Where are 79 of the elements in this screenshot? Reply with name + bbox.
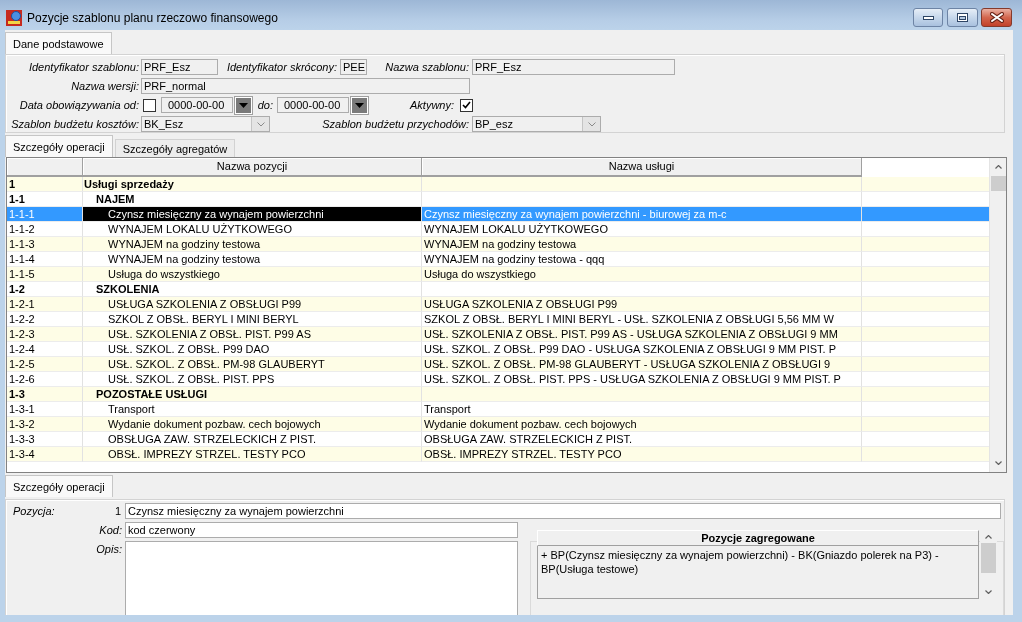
chevron-down-icon — [994, 461, 1002, 465]
minimize-icon — [922, 15, 934, 20]
table-row[interactable]: 1-3-3 OBSŁUGA ZAW. STRZELECKICH Z PIST. OBSŁUGA ZAW. STRZELECKICH Z PIST. — [7, 432, 989, 447]
scrollbar-thumb[interactable] — [990, 176, 1006, 191]
column-header[interactable]: Nazwa pozycji — [83, 158, 422, 177]
table-row[interactable]: 1-2-2 SZKOL Z OBSŁ. BERYL I MINI BERYL SZKOL Z OBSŁ. BERYL I MINI BERYL - USŁ. SZKOLENIA Z OBSŁUGI 5,56 MM W — [7, 312, 989, 327]
window-title: Pozycje szablonu planu rzeczowo finansowego — [27, 11, 278, 26]
checkbox[interactable] — [143, 98, 156, 112]
field-label: Opis: — [96, 542, 122, 556]
dropdown-button[interactable] — [582, 117, 600, 131]
column-header[interactable]: Nazwa usługi — [422, 158, 862, 177]
table-row[interactable]: 1-3-4 OBSŁ. IMPREZY STRZEL. TESTY PCO OBSŁ. IMPREZY STRZEL. TESTY PCO — [7, 447, 989, 462]
text-field[interactable]: PRF_normal — [141, 78, 470, 94]
date-dropdown-button[interactable] — [351, 96, 368, 114]
app-icon — [6, 10, 22, 26]
combo-box[interactable]: BK_Esz — [141, 116, 270, 132]
field-label: Identyfikator szablonu: — [28, 60, 139, 74]
table-row[interactable]: 1-3 POZOSTAŁE USŁUGI — [7, 387, 989, 402]
date-field[interactable]: 0000-00-00 — [161, 97, 233, 113]
table-row[interactable]: 1-2 SZKOLENIA — [7, 282, 989, 297]
chevron-down-icon — [985, 590, 992, 594]
table-row[interactable]: 1-1-4 WYNAJEM na godziny testowa WYNAJEM na godziny testowa - qqq — [7, 252, 989, 267]
chevron-up-icon — [994, 165, 1002, 169]
caret-down-icon — [239, 102, 248, 108]
table-row[interactable]: 1-1-3 WYNAJEM na godziny testowa WYNAJEM na godziny testowa — [7, 237, 989, 252]
date-field[interactable]: 0000-00-00 — [277, 97, 349, 113]
scrollbar[interactable] — [989, 158, 1006, 472]
field-label: Nazwa wersji: — [71, 79, 139, 93]
field-label: Aktywny: — [410, 98, 454, 112]
table-row[interactable]: 1-3-1 Transport Transport — [7, 402, 989, 417]
table-row[interactable]: 1-2-4 USŁ. SZKOL. Z OBSŁ. P99 DAO USŁ. SZKOL. Z OBSŁ. P99 DAO - USŁUGA SZKOLENIA Z OBSŁUGI 9 MM PIST. P — [7, 342, 989, 357]
text-field[interactable]: PRF_Esz — [141, 59, 218, 75]
field-label: Identyfikator skrócony: — [226, 60, 337, 74]
field-label: Szablon budżetu przychodów: — [322, 117, 469, 131]
table-row[interactable]: 1-2-1 USŁUGA SZKOLENIA Z OBSŁUGI P99 USŁUGA SZKOLENIA Z OBSŁUGI P99 — [7, 297, 989, 312]
table-row[interactable]: 1-3-2 Wydanie dokument pozbaw. cech bojowych Wydanie dokument pozbaw. cech bojowych — [7, 417, 989, 432]
field-label: Nazwa szablonu: — [385, 60, 469, 74]
chevron-down-icon — [587, 121, 596, 127]
date-dropdown-button[interactable] — [235, 96, 252, 114]
tab[interactable]: Szczegóły operacji — [5, 475, 113, 497]
checkbox[interactable] — [460, 98, 473, 112]
field-label: Data obowiązywania od: — [19, 98, 139, 112]
table-row[interactable]: 1-2-3 USŁ. SZKOLENIA Z OBSŁ. PIST. P99 AS USŁ. SZKOLENIA Z OBSŁ. PIST. P99 AS - USŁUGA SZKOLENIA Z OBSŁUGI 9 MM — [7, 327, 989, 342]
tab[interactable]: Szczegóły agregatów — [114, 139, 236, 157]
table-cell: 1-3-4 — [7, 447, 83, 462]
table-row[interactable]: 1-1-5 Usługa do wszystkiego Usługa do wszystkiego — [7, 267, 989, 282]
text-field[interactable]: Czynsz miesięczny za wynajem powierzchni — [125, 503, 1001, 519]
maximize-icon — [957, 13, 968, 22]
table-cell: OBSŁ. IMPREZY STRZEL. TESTY PCO — [83, 447, 422, 462]
table-row[interactable]: 1-1-2 WYNAJEM LOKALU UŻYTKOWEGO WYNAJEM LOKALU UŻYTKOWEGO — [7, 222, 989, 237]
tab[interactable]: Dane podstawowe — [5, 32, 112, 54]
text-field[interactable]: PRF_Esz — [472, 59, 675, 75]
close-icon — [989, 12, 1004, 23]
table-cell: + BP(Czynsz miesięczny za wynajem powierzchni) - BK(Gniazdo polerek na P3) - BP(Usługa testowe) — [537, 546, 979, 599]
field-label: Pozycja: — [13, 504, 55, 518]
column-header[interactable] — [7, 158, 83, 177]
column-header[interactable]: Pozycje zagregowane — [537, 530, 979, 546]
table-row[interactable]: 1-1 NAJEM — [7, 192, 989, 207]
field-label: Szablon budżetu kosztów: — [11, 117, 139, 131]
field-label: Kod: — [99, 523, 122, 537]
text-field[interactable]: kod czerwony — [125, 522, 518, 538]
table-row[interactable]: 1-2-5 USŁ. SZKOL. Z OBSŁ. PM-98 GLAUBERYT USŁ. SZKOL. Z OBSŁ. PM-98 GLAUBERYT - USŁUGA SZKOLENIA Z OBSŁUGI 9 — [7, 357, 989, 372]
position-number: 1 — [114, 504, 121, 518]
close-button[interactable] — [981, 8, 1012, 27]
table-cell: Czynsz miesięczny za wynajem powierzchni — [83, 207, 422, 222]
chevron-up-icon — [985, 535, 992, 539]
combo-box[interactable]: BP_esz — [472, 116, 601, 132]
text-field[interactable]: PEE — [340, 59, 367, 75]
table-row[interactable]: 1-1-1 Czynsz miesięczny za wynajem powierzchni Czynsz miesięczny za wynajem powierzchni - biurowej za m-c — [7, 207, 989, 222]
table-cell: OBSŁ. IMPREZY STRZEL. TESTY PCO — [422, 447, 862, 462]
caret-down-icon — [355, 102, 364, 108]
chevron-down-icon — [256, 121, 265, 127]
table-row[interactable]: 1-2-6 USŁ. SZKOL. Z OBSŁ. PIST. PPS USŁ. SZKOL. Z OBSŁ. PIST. PPS - USŁUGA SZKOLENIA Z OBSŁUGI 9 MM PIST. P — [7, 372, 989, 387]
field-label: do: — [257, 98, 273, 112]
minimize-button[interactable] — [913, 8, 943, 27]
table-row[interactable]: 1 Usługi sprzedaży — [7, 177, 989, 192]
tab[interactable]: Szczegóły operacji — [5, 135, 113, 157]
maximize-button[interactable] — [947, 8, 978, 27]
scrollbar-thumb[interactable] — [981, 543, 996, 573]
